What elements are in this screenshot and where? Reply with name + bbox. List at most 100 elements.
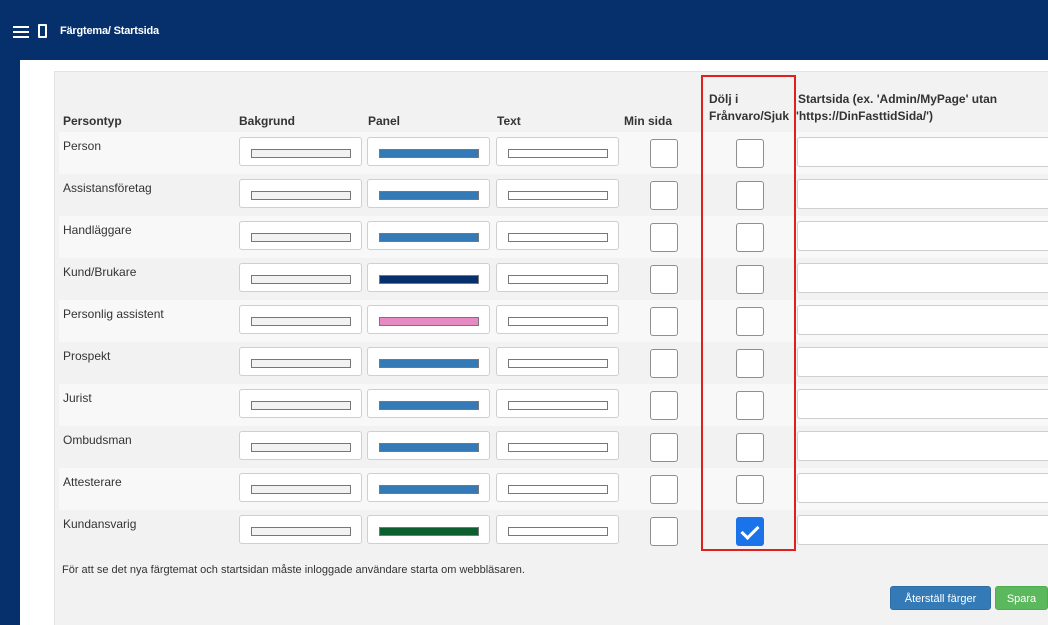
text-color-picker[interactable]: [496, 515, 619, 544]
min-sida-checkbox[interactable]: [650, 307, 678, 336]
table-row: Personlig assistent: [59, 300, 1048, 342]
color-swatch: [251, 443, 351, 452]
panel-color-picker[interactable]: [367, 473, 490, 502]
color-swatch: [379, 317, 479, 326]
dolj-franvaro-checkbox[interactable]: [736, 391, 764, 420]
text-color-picker[interactable]: [496, 431, 619, 460]
dolj-franvaro-checkbox[interactable]: [736, 349, 764, 378]
min-sida-checkbox[interactable]: [650, 349, 678, 378]
text-color-picker[interactable]: [496, 347, 619, 376]
bakgrund-color-picker[interactable]: [239, 305, 362, 334]
table-row: Kundansvarig: [59, 510, 1048, 552]
page-title: Färgtema/ Startsida: [60, 25, 159, 37]
panel-color-picker[interactable]: [367, 347, 490, 376]
color-swatch: [508, 149, 608, 158]
text-color-picker[interactable]: [496, 221, 619, 250]
min-sida-checkbox[interactable]: [650, 475, 678, 504]
persontyp-label: Assistansföretag: [63, 181, 152, 195]
min-sida-checkbox[interactable]: [650, 181, 678, 210]
startsida-input[interactable]: [797, 347, 1048, 377]
color-swatch: [251, 401, 351, 410]
bakgrund-color-picker[interactable]: [239, 389, 362, 418]
min-sida-checkbox[interactable]: [650, 517, 678, 546]
color-swatch: [508, 317, 608, 326]
header-dolj-line2: Frånvaro/Sjuk: [709, 109, 790, 123]
color-swatch: [379, 527, 479, 536]
table-row: Attesterare: [59, 468, 1048, 510]
dolj-franvaro-checkbox[interactable]: [736, 307, 764, 336]
dolj-franvaro-checkbox[interactable]: [736, 475, 764, 504]
dolj-franvaro-checkbox[interactable]: [736, 223, 764, 252]
header-startsida-line1: Startsida (ex. 'Admin/MyPage' utan: [798, 92, 998, 106]
text-color-picker[interactable]: [496, 389, 619, 418]
startsida-input[interactable]: [797, 431, 1048, 461]
header-bakgrund: Bakgrund: [239, 114, 296, 128]
dolj-franvaro-checkbox[interactable]: [736, 433, 764, 462]
sidebar-strip: [0, 60, 20, 625]
panel-color-picker[interactable]: [367, 137, 490, 166]
color-swatch: [379, 191, 479, 200]
color-swatch: [508, 485, 608, 494]
panel-color-picker[interactable]: [367, 515, 490, 544]
bakgrund-color-picker[interactable]: [239, 221, 362, 250]
dolj-franvaro-checkbox[interactable]: [736, 265, 764, 294]
bakgrund-color-picker[interactable]: [239, 179, 362, 208]
panel-color-picker[interactable]: [367, 179, 490, 208]
startsida-input[interactable]: [797, 473, 1048, 503]
panel-color-picker[interactable]: [367, 221, 490, 250]
startsida-input[interactable]: [797, 179, 1048, 209]
save-button[interactable]: Spara: [995, 586, 1048, 610]
min-sida-checkbox[interactable]: [650, 139, 678, 168]
min-sida-checkbox[interactable]: [650, 265, 678, 294]
panel-color-picker[interactable]: [367, 389, 490, 418]
min-sida-checkbox[interactable]: [650, 391, 678, 420]
table-row: Ombudsman: [59, 426, 1048, 468]
persontyp-label: Person: [63, 139, 102, 153]
startsida-input[interactable]: [797, 221, 1048, 251]
text-color-picker[interactable]: [496, 305, 619, 334]
text-color-picker[interactable]: [496, 137, 619, 166]
min-sida-checkbox[interactable]: [650, 223, 678, 252]
startsida-input[interactable]: [797, 305, 1048, 335]
color-swatch: [251, 233, 351, 242]
startsida-input[interactable]: [797, 137, 1048, 167]
color-swatch: [508, 275, 608, 284]
table-row: Handläggare: [59, 216, 1048, 258]
color-swatch: [508, 401, 608, 410]
top-navbar: Färgtema/ Startsida: [0, 0, 1048, 60]
text-color-picker[interactable]: [496, 179, 619, 208]
bakgrund-color-picker[interactable]: [239, 263, 362, 292]
restart-note: För att se det nya färgtemat och startsi…: [62, 564, 525, 576]
hamburger-menu-icon[interactable]: [13, 26, 29, 38]
color-swatch: [251, 485, 351, 494]
bakgrund-color-picker[interactable]: [239, 347, 362, 376]
color-swatch: [379, 401, 479, 410]
bakgrund-color-picker[interactable]: [239, 473, 362, 502]
dolj-franvaro-checkbox[interactable]: [736, 517, 764, 546]
startsida-input[interactable]: [797, 263, 1048, 293]
startsida-input[interactable]: [797, 389, 1048, 419]
bakgrund-color-picker[interactable]: [239, 431, 362, 460]
page-icon: [38, 24, 47, 38]
color-swatch: [251, 317, 351, 326]
table-row: Prospekt: [59, 342, 1048, 384]
color-swatch: [379, 359, 479, 368]
min-sida-checkbox[interactable]: [650, 433, 678, 462]
color-swatch: [379, 233, 479, 242]
bakgrund-color-picker[interactable]: [239, 137, 362, 166]
dolj-franvaro-checkbox[interactable]: [736, 181, 764, 210]
panel-color-picker[interactable]: [367, 305, 490, 334]
panel-color-picker[interactable]: [367, 431, 490, 460]
reset-colors-button[interactable]: Återställ färger: [890, 586, 991, 610]
persontyp-label: Personlig assistent: [63, 307, 164, 321]
panel-color-picker[interactable]: [367, 263, 490, 292]
text-color-picker[interactable]: [496, 263, 619, 292]
persontyp-label: Kundansvarig: [63, 517, 137, 531]
startsida-input[interactable]: [797, 515, 1048, 545]
persontyp-label: Prospekt: [63, 349, 111, 363]
dolj-franvaro-checkbox[interactable]: [736, 139, 764, 168]
text-color-picker[interactable]: [496, 473, 619, 502]
checkmark-icon: [740, 520, 760, 541]
bakgrund-color-picker[interactable]: [239, 515, 362, 544]
header-persontyp: Persontyp: [63, 114, 122, 128]
